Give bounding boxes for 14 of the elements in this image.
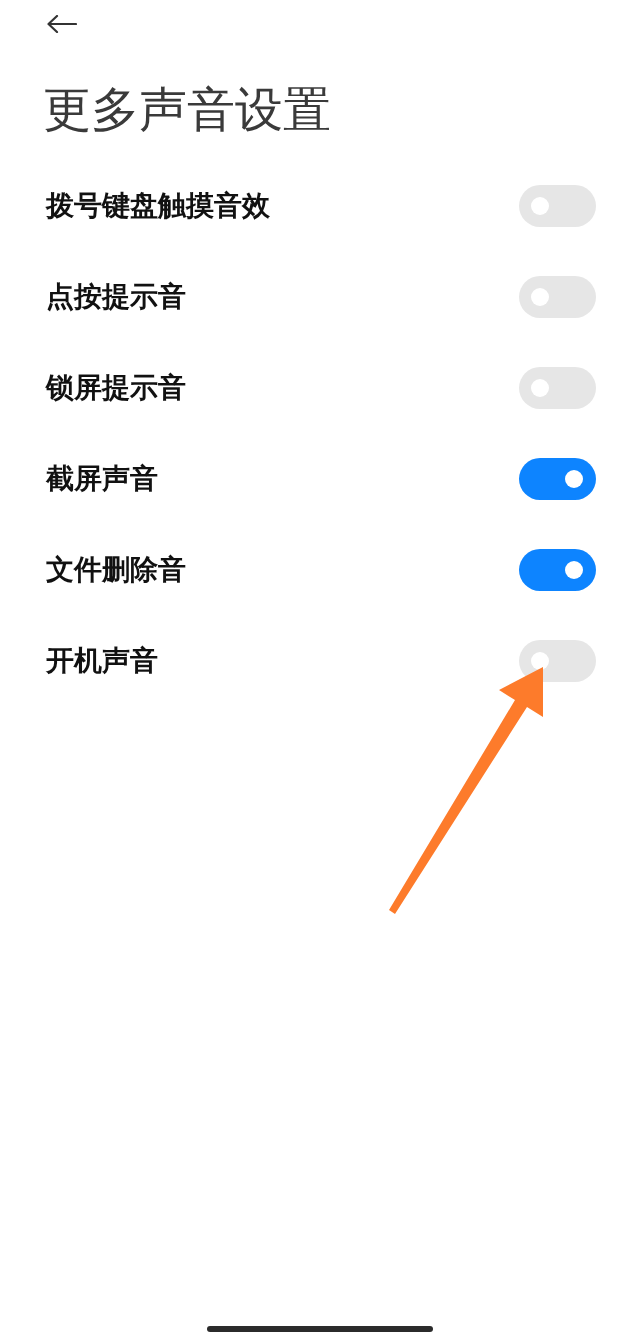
page-title: 更多声音设置 xyxy=(43,82,331,138)
setting-label: 锁屏提示音 xyxy=(46,370,186,405)
toggle-switch[interactable] xyxy=(519,548,596,591)
back-arrow-icon xyxy=(47,15,77,33)
setting-label: 拨号键盘触摸音效 xyxy=(46,188,270,223)
toggle-switch[interactable] xyxy=(519,366,596,409)
setting-label: 文件删除音 xyxy=(46,552,186,587)
toggle-switch[interactable] xyxy=(519,639,596,682)
setting-label: 点按提示音 xyxy=(46,279,186,314)
setting-label: 开机声音 xyxy=(46,643,158,678)
toggle-switch[interactable] xyxy=(519,184,596,227)
toggle-switch[interactable] xyxy=(519,457,596,500)
setting-label: 截屏声音 xyxy=(46,461,158,496)
toggle-switch[interactable] xyxy=(519,275,596,318)
